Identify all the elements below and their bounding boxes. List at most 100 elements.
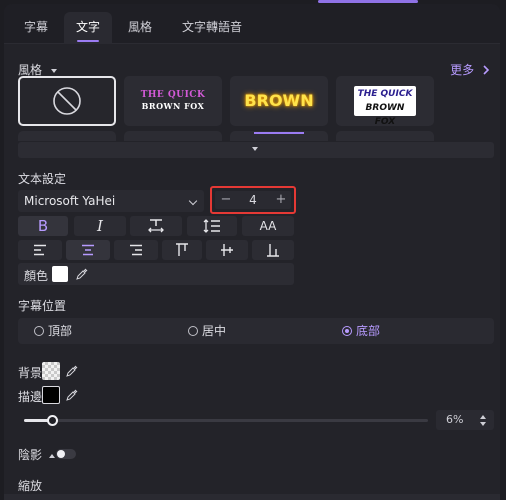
font-size-value[interactable]: 4 [243,191,263,209]
stroke-width-input[interactable]: 6% [436,410,494,430]
style-section-label: 風格 [18,63,43,77]
align-center-button[interactable] [66,240,110,260]
text-color-label: 顏色 [24,269,49,283]
style-preset-none[interactable] [18,76,116,126]
preset-line2: BROWN FOX [141,101,205,111]
tab-style[interactable]: 風格 [116,12,164,44]
radio-selected-icon [342,326,352,336]
align-center-icon [82,244,94,256]
tab-label: 文字轉語音 [182,20,243,34]
zoom-control-edge [4,494,500,500]
size-decrease-button[interactable]: − [217,191,235,209]
italic-button[interactable]: I [74,216,126,236]
style-preset-row2-item[interactable] [18,131,116,141]
bold-button[interactable]: B [18,216,68,236]
preset-line1: THE QUICK [357,89,413,99]
stroke-color-swatch[interactable] [42,386,60,404]
text-properties-panel: 字幕 文字 風格 文字轉語音 風格 更多 THE QUICK BROWN FOX… [4,4,500,500]
align-left-button[interactable] [18,240,62,260]
option-label: 底部 [356,324,381,338]
chevron-down-icon [252,147,258,151]
dropdown-caret-icon [50,68,57,73]
position-option-middle[interactable]: 居中 [188,324,226,338]
zoom-label: 縮放 [18,479,43,493]
tab-bar: 字幕 文字 風格 文字轉語音 [4,4,500,44]
eyedropper-icon[interactable] [76,268,88,280]
position-option-bottom[interactable]: 底部 [342,324,380,338]
style-preset-boxed-quick[interactable]: THE QUICK BROWN FOX [336,76,434,127]
position-option-top[interactable]: 頂部 [34,324,72,338]
radio-icon [188,326,198,336]
spin-up-icon[interactable] [480,415,486,419]
slider-thumb[interactable] [47,415,58,426]
spin-down-icon[interactable] [480,422,486,426]
style-preset-glow-brown[interactable]: BROWN [230,76,328,126]
expand-presets-toggle[interactable] [18,142,494,158]
align-right-button[interactable] [114,240,158,260]
preset-text-box: THE QUICK BROWN FOX [354,86,416,127]
italic-icon: I [97,217,103,235]
preset-line2: BROWN FOX [365,103,405,127]
preset-accent-line [254,132,304,134]
tab-text[interactable]: 文字 [64,12,113,44]
background-color-swatch[interactable] [42,362,60,380]
more-styles-link[interactable]: 更多 [450,61,490,78]
align-top-button[interactable] [162,240,202,260]
preset-text: BROWN [244,91,314,110]
font-family-select[interactable]: Microsoft YaHei [18,190,204,212]
letter-spacing-icon [148,219,164,233]
more-label: 更多 [450,63,475,77]
font-size-highlight: − 4 + [210,186,296,214]
caption-position-label: 字幕位置 [18,299,67,313]
chevron-down-icon [188,196,198,206]
toggle-knob [57,450,65,458]
shadow-label-text: 陰影 [18,448,43,462]
bold-icon: B [37,217,49,235]
style-preset-row2-item[interactable] [230,131,328,141]
option-label: 頂部 [48,324,73,338]
text-color-row: 顏色 [18,263,294,285]
align-top-icon [176,243,188,256]
line-spacing-button[interactable] [187,216,237,236]
character-spacing-button[interactable] [130,216,182,236]
preset-line1: THE QUICK [140,90,206,100]
tab-subtitles[interactable]: 字幕 [12,12,60,44]
window-accent-stub [318,0,418,3]
tab-label: 風格 [128,20,153,34]
all-caps-label: AA [259,219,277,233]
active-tab-underline [77,40,100,42]
line-spacing-icon [203,219,220,233]
tab-text-to-speech[interactable]: 文字轉語音 [170,12,254,44]
all-caps-button[interactable]: AA [242,216,294,236]
shadow-toggle[interactable] [56,449,76,459]
align-right-icon [130,244,142,256]
none-icon [53,87,81,115]
tab-label: 文字 [76,20,101,34]
size-increase-button[interactable]: + [272,191,290,209]
align-bottom-button[interactable] [252,240,294,260]
tab-label: 字幕 [24,20,49,34]
align-left-icon [34,244,46,256]
stroke-width-slider[interactable] [24,415,428,426]
shadow-label: 陰影 [18,446,55,463]
chevron-right-icon [483,65,490,75]
eyedropper-icon[interactable] [66,365,78,377]
font-family-value: Microsoft YaHei [24,194,116,208]
text-color-swatch[interactable] [52,266,68,282]
caption-position-group: 頂部 居中 底部 [18,318,494,344]
text-settings-label: 文本設定 [18,172,67,186]
style-preset-purple-quick[interactable]: THE QUICK BROWN FOX [124,76,222,126]
caret-up-icon [48,453,55,458]
align-bottom-icon [267,244,279,257]
preset-text: THE QUICK BROWN FOX [124,90,222,112]
align-middle-icon [221,244,233,256]
option-label: 居中 [202,324,227,338]
background-label: 背景 [18,366,43,380]
stroke-width-value: 6% [446,413,464,426]
style-preset-row2-item[interactable] [124,131,222,141]
align-middle-button[interactable] [206,240,248,260]
radio-icon [34,326,44,336]
font-size-stepper[interactable]: − 4 + [215,191,291,209]
eyedropper-icon[interactable] [66,389,78,401]
style-preset-row2-item[interactable] [336,131,434,141]
